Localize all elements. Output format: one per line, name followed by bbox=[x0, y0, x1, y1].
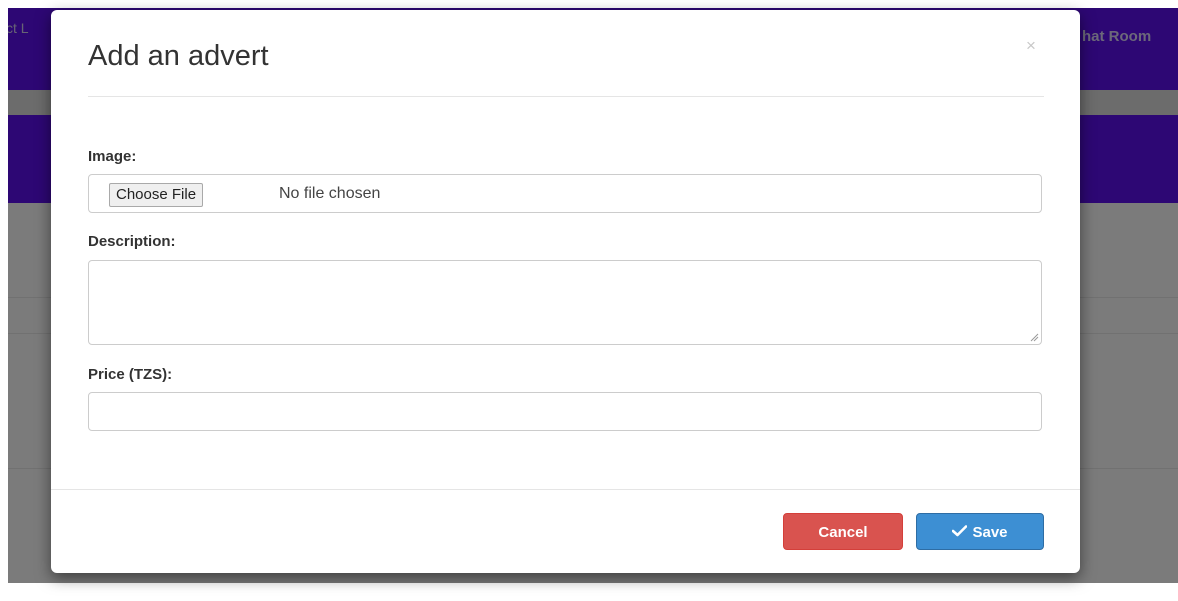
save-button-label: Save bbox=[972, 524, 1008, 541]
save-button[interactable]: Save bbox=[916, 513, 1044, 550]
price-label: Price (TZS): bbox=[88, 366, 173, 383]
image-label: Image: bbox=[88, 148, 137, 165]
footer-divider bbox=[51, 489, 1080, 490]
description-textarea[interactable] bbox=[88, 260, 1042, 345]
choose-file-button[interactable]: Choose File bbox=[109, 183, 204, 207]
cancel-button[interactable]: Cancel bbox=[783, 513, 903, 550]
file-status-text: No file chosen bbox=[279, 185, 381, 202]
header-divider bbox=[88, 96, 1044, 97]
screenshot-border-top bbox=[0, 0, 1178, 8]
add-advert-modal: Add an advert × Image: Choose File No fi… bbox=[51, 10, 1080, 573]
price-input[interactable] bbox=[88, 392, 1042, 431]
screenshot-border-bottom bbox=[0, 583, 1178, 601]
image-file-input[interactable]: Choose File No file chosen bbox=[88, 174, 1042, 213]
description-label: Description: bbox=[88, 233, 176, 250]
close-icon[interactable]: × bbox=[1026, 36, 1036, 56]
modal-title: Add an advert bbox=[88, 40, 269, 72]
resize-grip-icon[interactable] bbox=[1029, 332, 1039, 342]
check-icon bbox=[952, 514, 968, 551]
screenshot-border-left bbox=[0, 0, 8, 601]
